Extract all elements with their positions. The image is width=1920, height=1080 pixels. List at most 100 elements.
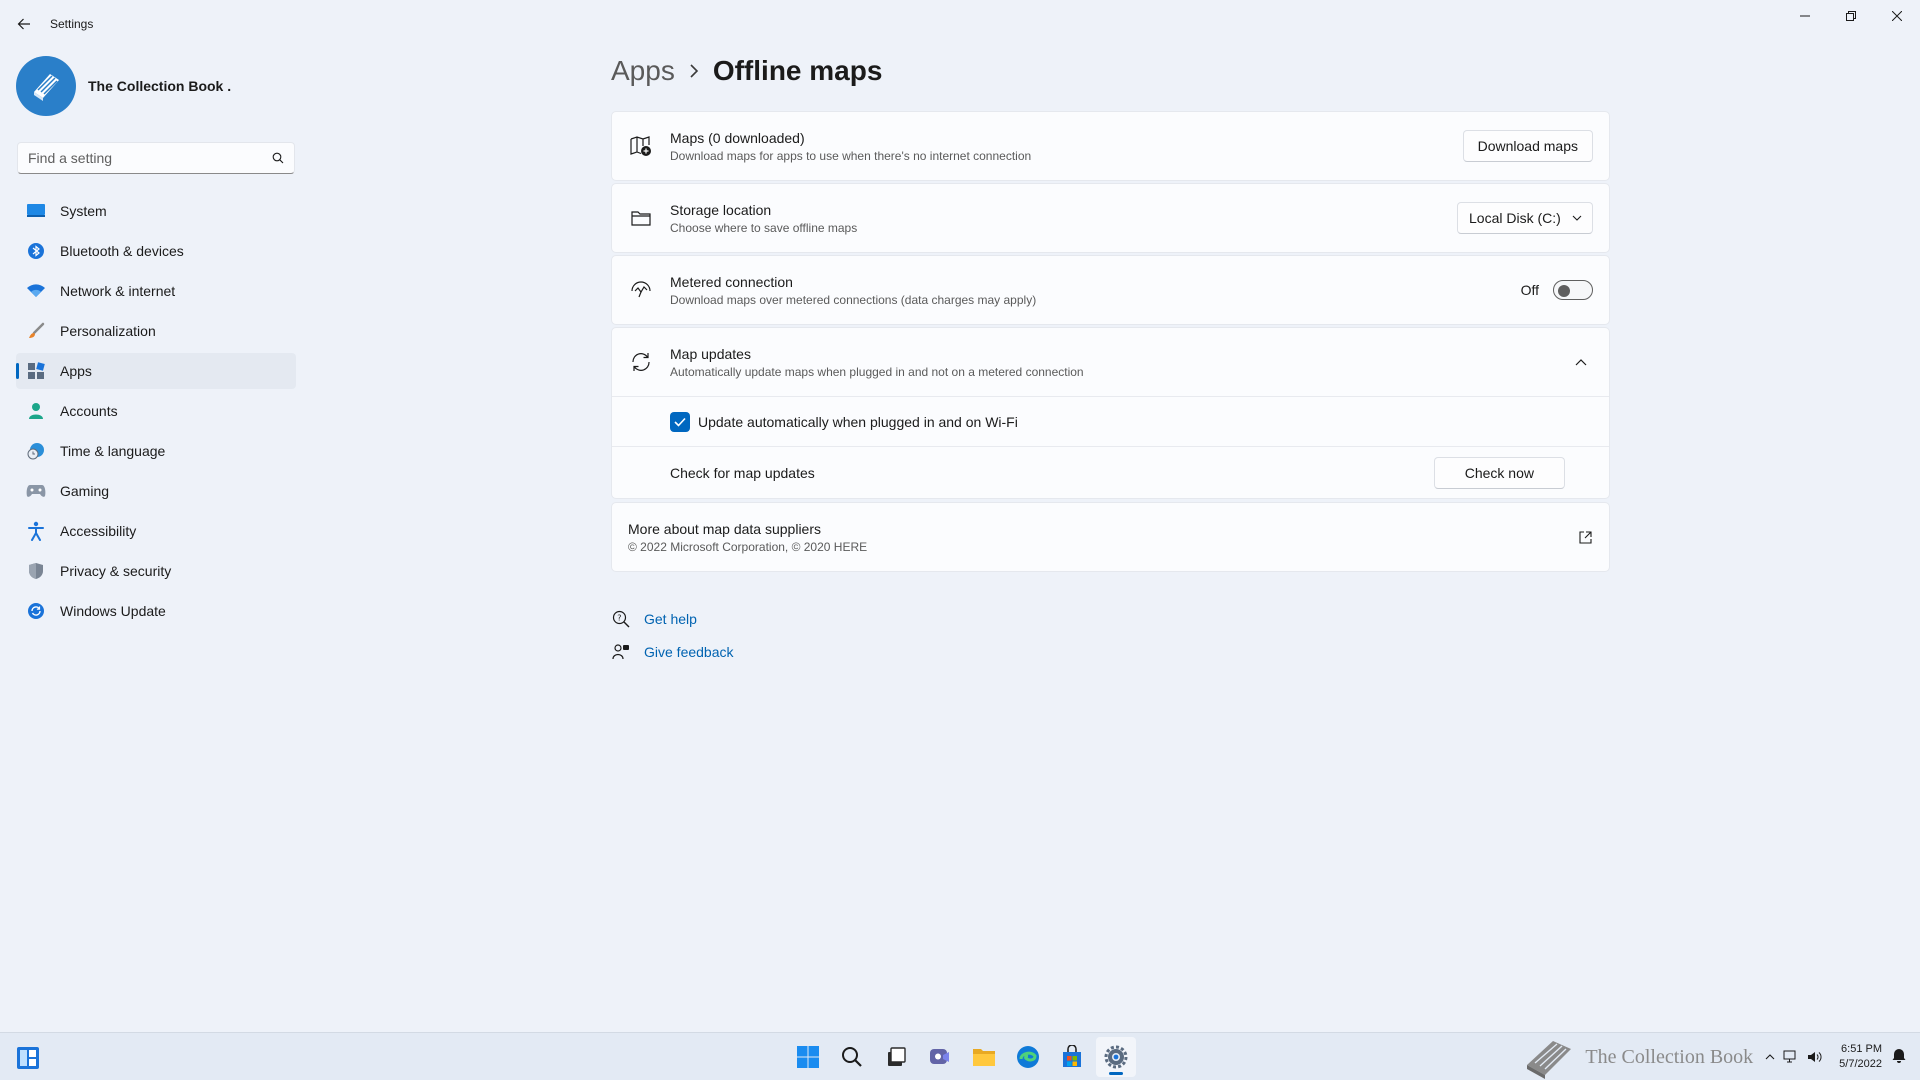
edge-icon xyxy=(1017,1046,1039,1068)
maps-title: Maps (0 downloaded) xyxy=(670,129,805,146)
search-input[interactable] xyxy=(28,150,272,166)
widgets-button[interactable] xyxy=(16,1046,40,1070)
chevron-up-icon xyxy=(1765,1054,1775,1060)
sidebar-item-label: Network & internet xyxy=(60,283,176,299)
get-help-label: Get help xyxy=(644,610,697,627)
auto-update-row: Update automatically when plugged in and… xyxy=(612,396,1609,446)
map-updates-row[interactable]: Map updates Automatically update maps wh… xyxy=(612,328,1609,396)
close-button[interactable] xyxy=(1874,0,1920,32)
start-button[interactable] xyxy=(788,1037,828,1077)
maps-row: Maps (0 downloaded) Download maps for ap… xyxy=(612,112,1609,180)
sidebar-item-label: Personalization xyxy=(60,323,156,339)
task-view-icon xyxy=(888,1047,906,1066)
svg-text:?: ? xyxy=(617,613,621,622)
chevron-right-icon xyxy=(689,64,699,78)
sidebar-item-label: Accounts xyxy=(60,403,118,419)
task-view-button[interactable] xyxy=(876,1037,916,1077)
sidebar-item-privacy[interactable]: Privacy & security xyxy=(16,553,296,589)
auto-update-checkbox[interactable] xyxy=(670,411,690,432)
metered-toggle[interactable] xyxy=(1553,280,1593,300)
suppliers-card[interactable]: More about map data suppliers © 2022 Mic… xyxy=(611,502,1610,572)
sidebar-item-personalization[interactable]: Personalization xyxy=(16,313,296,349)
suppliers-copyright: © 2022 Microsoft Corporation, © 2020 HER… xyxy=(628,539,868,554)
notifications-button[interactable] xyxy=(1892,1047,1906,1068)
clock-time: 6:51 PM xyxy=(1841,1043,1882,1055)
minimize-button[interactable] xyxy=(1782,0,1828,32)
check-now-button[interactable]: Check now xyxy=(1433,456,1565,489)
download-maps-button[interactable]: Download maps xyxy=(1462,130,1593,162)
restore-button[interactable] xyxy=(1828,0,1874,32)
wifi-icon xyxy=(26,281,46,301)
watermark-text: The Collection Book xyxy=(1585,1045,1754,1068)
breadcrumb-parent[interactable]: Apps xyxy=(611,55,675,87)
show-hidden-icons-button[interactable] xyxy=(1765,1053,1775,1061)
external-link-icon[interactable] xyxy=(1579,530,1592,544)
edge-browser-button[interactable] xyxy=(1008,1037,1048,1077)
sidebar-item-accessibility[interactable]: Accessibility xyxy=(16,513,296,549)
sidebar-item-accounts[interactable]: Accounts xyxy=(16,393,296,429)
maps-description: Download maps for apps to use when there… xyxy=(670,148,1032,163)
book-logo-icon xyxy=(34,74,59,101)
teams-chat-icon xyxy=(930,1049,949,1064)
search-box[interactable] xyxy=(17,142,295,174)
sidebar-item-windows-update[interactable]: Windows Update xyxy=(16,593,296,629)
network-tray-button[interactable] xyxy=(1783,1050,1799,1064)
volume-tray-button[interactable] xyxy=(1807,1050,1823,1064)
settings-button[interactable] xyxy=(1096,1037,1136,1077)
sidebar-item-label: System xyxy=(60,203,107,219)
metered-toggle-state: Off xyxy=(1520,282,1539,298)
store-button[interactable] xyxy=(1052,1037,1092,1077)
taskbar-search-button[interactable] xyxy=(832,1037,872,1077)
sidebar-item-network[interactable]: Network & internet xyxy=(16,273,296,309)
file-explorer-button[interactable] xyxy=(964,1037,1004,1077)
chevron-up-icon[interactable] xyxy=(1575,358,1587,366)
help-links: ? Get help Give feedback xyxy=(611,602,734,668)
book-watermark-icon xyxy=(1527,1041,1572,1079)
map-updates-description: Automatically update maps when plugged i… xyxy=(670,364,1084,379)
storage-location-dropdown[interactable]: Local Disk (C:) xyxy=(1457,202,1593,234)
give-feedback-link[interactable]: Give feedback xyxy=(611,635,734,668)
clock-globe-icon xyxy=(26,441,46,461)
bluetooth-icon xyxy=(26,241,46,261)
title-bar: Settings xyxy=(0,0,1920,48)
checkmark-icon xyxy=(674,417,686,427)
sidebar-item-time-language[interactable]: Time & language xyxy=(16,433,296,469)
gamepad-icon xyxy=(26,481,46,501)
map-download-icon xyxy=(629,134,653,158)
map-updates-title: Map updates xyxy=(670,345,751,362)
clock[interactable]: 6:51 PM 5/7/2022 xyxy=(1839,1042,1882,1072)
windows-logo-icon xyxy=(797,1046,819,1068)
widgets-icon xyxy=(17,1047,39,1069)
sidebar-item-label: Apps xyxy=(60,363,92,379)
apps-icon xyxy=(26,361,46,381)
sidebar-item-system[interactable]: System xyxy=(16,193,296,229)
chat-button[interactable] xyxy=(920,1037,960,1077)
map-updates-card: Map updates Automatically update maps wh… xyxy=(611,327,1610,499)
metered-description: Download maps over metered connections (… xyxy=(670,292,1037,307)
restore-icon xyxy=(1846,11,1856,21)
search-icon[interactable] xyxy=(272,152,284,164)
bell-icon xyxy=(1892,1048,1906,1063)
auto-update-label[interactable]: Update automatically when plugged in and… xyxy=(698,414,1018,430)
storage-location-value: Local Disk (C:) xyxy=(1469,210,1561,226)
watermark: The Collection Book xyxy=(1523,1035,1753,1079)
sidebar-item-apps[interactable]: Apps xyxy=(16,353,296,389)
sidebar-item-gaming[interactable]: Gaming xyxy=(16,473,296,509)
back-button[interactable] xyxy=(12,12,36,36)
user-profile[interactable]: The Collection Book . xyxy=(16,56,231,116)
check-updates-label: Check for map updates xyxy=(670,464,815,481)
tray-icons xyxy=(1761,1050,1827,1064)
taskbar-apps xyxy=(786,1033,1138,1080)
window-controls xyxy=(1782,0,1920,32)
folder-icon xyxy=(629,206,653,230)
get-help-link[interactable]: ? Get help xyxy=(611,602,734,635)
sync-icon xyxy=(629,350,653,374)
suppliers-row[interactable]: More about map data suppliers © 2022 Mic… xyxy=(612,503,1609,571)
sidebar-item-label: Windows Update xyxy=(60,603,166,619)
sidebar-item-bluetooth[interactable]: Bluetooth & devices xyxy=(16,233,296,269)
toggle-knob xyxy=(1558,285,1570,297)
sidebar-item-label: Bluetooth & devices xyxy=(60,243,184,259)
get-help-icon: ? xyxy=(611,610,631,628)
update-icon xyxy=(26,601,46,621)
close-icon xyxy=(1892,11,1902,21)
